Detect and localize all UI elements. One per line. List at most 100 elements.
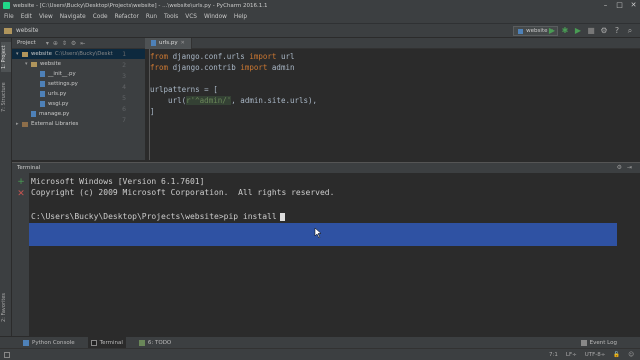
tool-windows-icon[interactable]	[4, 352, 10, 358]
folder-icon	[31, 61, 37, 67]
code-content[interactable]: from django.conf.urls import url from dja…	[150, 51, 317, 128]
tab-label: Terminal	[99, 339, 123, 346]
run-toolbar: ▶ ✱ ▶ ■ ⚙ ? ⌕	[548, 26, 634, 35]
minimize-button[interactable]: –	[601, 1, 610, 9]
code-token: import	[249, 52, 277, 61]
menu-vcs[interactable]: VCS	[185, 14, 197, 20]
collapse-all-icon[interactable]: ⇕	[62, 40, 67, 47]
tool-tab-todo[interactable]: 6: TODO	[136, 337, 174, 349]
line-number: 3	[122, 72, 126, 80]
terminal-title: Terminal	[17, 165, 41, 171]
tree-item-label: manage.py	[39, 111, 70, 117]
code-token: ]	[150, 107, 155, 116]
terminal-prompt-line[interactable]: C:\Users\Bucky\Desktop\Projects\website>…	[31, 211, 285, 222]
menu-tools[interactable]: Tools	[164, 14, 178, 20]
debug-icon[interactable]: ✱	[561, 26, 569, 35]
code-token: url	[276, 52, 295, 61]
left-tool-strip: 1: Project 7: Structure 2: Favorites	[0, 38, 12, 340]
terminal-line: Copyright (c) 2009 Microsoft Corporation…	[31, 188, 335, 197]
menu-window[interactable]: Window	[204, 14, 227, 20]
menu-run[interactable]: Run	[146, 14, 157, 20]
code-token: import	[240, 63, 268, 72]
code-line[interactable]: from django.conf.urls import url	[150, 51, 317, 62]
terminal-output[interactable]: Microsoft Windows [Version 6.1.7601] Cop…	[29, 173, 640, 336]
line-number: 1	[122, 50, 126, 58]
python-file-icon	[31, 111, 36, 117]
todo-icon	[138, 339, 145, 346]
tree-item-path: C:\Users\Bucky\Deskt	[54, 51, 113, 57]
help-icon[interactable]: ?	[613, 26, 621, 35]
file-encoding[interactable]: UTF-8÷	[585, 352, 606, 358]
terminal-header: Terminal ⚙ ⇥	[12, 162, 640, 173]
tree-item-label: External Libraries	[31, 121, 79, 127]
tool-tab-terminal[interactable]: Terminal	[87, 336, 126, 349]
close-button[interactable]: ✕	[629, 1, 638, 9]
status-widgets: 7:1 LF÷ UTF-8÷ 🔓 ☺	[549, 349, 634, 360]
line-number: 2	[122, 61, 126, 69]
code-line[interactable]: urlpatterns = [	[150, 84, 317, 95]
python-console-icon	[23, 339, 29, 346]
menu-view[interactable]: View	[39, 14, 53, 20]
line-number: 7	[122, 116, 126, 124]
menu-navigate[interactable]: Navigate	[60, 14, 86, 20]
project-panel-header: Project ▾ ⊕ ⇕ ⚙ ⇤	[12, 38, 145, 49]
tool-tab-project[interactable]: 1: Project	[1, 42, 11, 72]
library-icon	[22, 121, 28, 127]
bottom-tool-bar: Python Console Terminal 6: TODO Event Lo…	[0, 336, 640, 349]
mouse-pointer-icon	[314, 228, 322, 238]
python-file-icon	[40, 91, 45, 97]
tool-tab-favorites[interactable]: 2: Favorites	[1, 290, 11, 324]
code-line[interactable]	[150, 73, 317, 84]
tree-item-label: wsgi.py	[48, 101, 69, 107]
chevron-down-icon[interactable]: ▾	[46, 40, 49, 47]
breadcrumb[interactable]: website	[16, 28, 38, 34]
stop-icon[interactable]: ■	[587, 26, 595, 35]
code-token: , admin.site.urls),	[231, 96, 318, 105]
menu-file[interactable]: File	[4, 14, 14, 20]
line-separator[interactable]: LF÷	[566, 352, 577, 358]
settings-icon[interactable]: ⚙	[600, 26, 608, 35]
search-icon[interactable]: ⌕	[626, 26, 634, 35]
new-session-icon[interactable]: +	[16, 177, 26, 187]
code-line[interactable]: url(r'^admin/', admin.site.urls),	[150, 95, 317, 106]
project-view-select[interactable]: Project	[17, 40, 36, 46]
title-bar: website - [C:\Users\Bucky\Desktop\Projec…	[0, 0, 640, 11]
maximize-button[interactable]: □	[615, 1, 624, 9]
code-token: django.conf.urls	[168, 52, 250, 61]
window-title: website - [C:\Users\Bucky\Desktop\Projec…	[13, 2, 268, 9]
tab-label: Python Console	[32, 339, 75, 346]
inspector-icon[interactable]: ☺	[628, 352, 634, 358]
menu-help[interactable]: Help	[234, 14, 247, 20]
terminal-header-tools: ⚙ ⇥	[617, 164, 632, 171]
code-line[interactable]: ]	[150, 106, 317, 117]
python-icon	[518, 28, 524, 34]
close-session-icon[interactable]: ✕	[16, 189, 26, 199]
caret-position[interactable]: 7:1	[549, 352, 558, 358]
tool-tab-structure[interactable]: 7: Structure	[1, 80, 11, 114]
close-icon[interactable]: ✕	[181, 40, 185, 46]
menu-edit[interactable]: Edit	[21, 14, 32, 20]
tab-urls-py[interactable]: urls.py ✕	[145, 37, 192, 49]
tool-tab-python-console[interactable]: Python Console	[20, 337, 78, 349]
scroll-from-source-icon[interactable]: ⊕	[53, 40, 58, 47]
line-number: 4	[122, 83, 126, 91]
text-cursor	[279, 212, 285, 221]
run-icon[interactable]: ▶	[548, 26, 556, 35]
tree-item-label: website	[31, 51, 52, 57]
code-line[interactable]	[150, 117, 317, 128]
code-token: admin	[267, 63, 295, 72]
gear-icon[interactable]: ⚙	[617, 164, 622, 171]
terminal-prompt: C:\Users\Bucky\Desktop\Projects\website>…	[31, 212, 277, 221]
code-token: from	[150, 63, 169, 72]
coverage-icon[interactable]: ▶	[574, 26, 582, 35]
tree-item-label: __init__.py	[48, 71, 76, 77]
folder-icon	[4, 27, 12, 34]
hide-icon[interactable]: ⇥	[627, 164, 632, 171]
editor-tab-bar: urls.py ✕	[145, 37, 640, 49]
gear-icon[interactable]: ⚙	[71, 40, 76, 47]
lock-icon[interactable]: 🔓	[613, 352, 620, 358]
hide-icon[interactable]: ⇤	[80, 40, 85, 47]
menu-refactor[interactable]: Refactor	[115, 14, 139, 20]
code-line[interactable]: from django.contrib import admin	[150, 62, 317, 73]
menu-code[interactable]: Code	[93, 14, 108, 20]
